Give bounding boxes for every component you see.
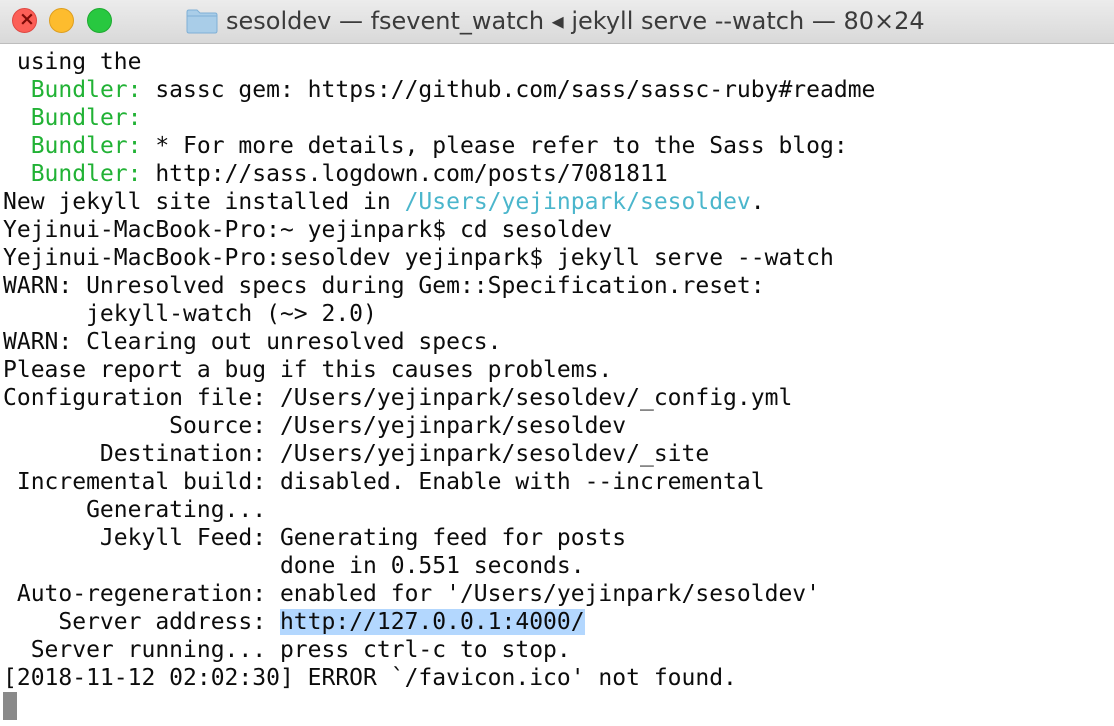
line-text: Please report a bug if this causes probl… [3, 357, 613, 383]
terminal-line: Source: /Users/yejinpark/sesoldev [3, 412, 1114, 440]
line-text: http://sass.logdown.com/posts/7081811 [141, 161, 668, 187]
terminal-line: jekyll-watch (~> 2.0) [3, 300, 1114, 328]
terminal-line: Destination: /Users/yejinpark/sesoldev/_… [3, 440, 1114, 468]
close-icon[interactable] [12, 8, 37, 33]
terminal-line: Server running... press ctrl-c to stop. [3, 636, 1114, 664]
terminal-line: Generating... [3, 496, 1114, 524]
line-text: Source: /Users/yejinpark/sesoldev [3, 413, 627, 439]
text-cursor [3, 692, 17, 720]
terminal-window: sesoldev — fsevent_watch ◂ jekyll serve … [0, 0, 1114, 726]
terminal-line: Bundler: [3, 104, 1114, 132]
line-text [3, 161, 31, 187]
line-text: Incremental build: disabled. Enable with… [3, 469, 765, 495]
line-text: * For more details, please refer to the … [141, 133, 848, 159]
terminal-line: WARN: Clearing out unresolved specs. [3, 328, 1114, 356]
terminal-line: Jekyll Feed: Generating feed for posts [3, 524, 1114, 552]
bundler-label: Bundler: [30, 133, 142, 159]
terminal-line: Yejinui-MacBook-Pro:sesoldev yejinpark$ … [3, 244, 1114, 272]
line-text: Auto-regeneration: enabled for '/Users/y… [3, 581, 820, 607]
line-text: Configuration file: /Users/yejinpark/ses… [3, 385, 793, 411]
terminal-line: Incremental build: disabled. Enable with… [3, 468, 1114, 496]
warning-text: WARN: Unresolved specs during Gem::Speci… [3, 273, 765, 299]
server-address-link[interactable]: http://127.0.0.1:4000/ [279, 609, 585, 635]
terminal-line: Yejinui-MacBook-Pro:~ yejinpark$ cd seso… [3, 216, 1114, 244]
line-text: Server address: [3, 609, 280, 635]
line-text: done in 0.551 seconds. [3, 553, 585, 579]
terminal-line: New jekyll site installed in /Users/yeji… [3, 188, 1114, 216]
site-path: /Users/yejinpark/sesoldev [404, 189, 751, 215]
line-text: sassc gem: https://github.com/sass/sassc… [141, 77, 876, 103]
terminal-output[interactable]: using the Bundler: sassc gem: https://gi… [0, 46, 1114, 726]
terminal-line: using the [3, 48, 1114, 76]
terminal-line: Please report a bug if this causes probl… [3, 356, 1114, 384]
title-bar[interactable]: sesoldev — fsevent_watch ◂ jekyll serve … [0, 0, 1114, 44]
line-text: Destination: /Users/yejinpark/sesoldev/_… [3, 441, 710, 467]
line-text: Generating... [3, 497, 267, 523]
zoom-icon[interactable] [87, 8, 112, 33]
terminal-line: Configuration file: /Users/yejinpark/ses… [3, 384, 1114, 412]
line-text: Jekyll Feed: Generating feed for posts [3, 525, 627, 551]
minimize-icon[interactable] [49, 8, 74, 33]
terminal-line: Bundler: http://sass.logdown.com/posts/7… [3, 160, 1114, 188]
line-text: using the [3, 49, 142, 75]
line-text: New jekyll site installed in [3, 189, 405, 215]
bundler-label: Bundler: [30, 77, 142, 103]
terminal-line: [2018-11-12 02:02:30] ERROR `/favicon.ic… [3, 664, 1114, 692]
terminal-line: WARN: Unresolved specs during Gem::Speci… [3, 272, 1114, 300]
terminal-line: Server address: http://127.0.0.1:4000/ [3, 608, 1114, 636]
window-title: sesoldev — fsevent_watch ◂ jekyll serve … [226, 7, 925, 35]
error-text: [2018-11-12 02:02:30] ERROR `/favicon.ic… [3, 665, 737, 691]
line-text: . [750, 189, 765, 215]
terminal-line: Bundler: sassc gem: https://github.com/s… [3, 76, 1114, 104]
folder-icon [186, 9, 218, 34]
line-text [3, 133, 31, 159]
line-text: jekyll-watch (~> 2.0) [3, 301, 377, 327]
line-text: Server running... press ctrl-c to stop. [3, 637, 571, 663]
line-text [3, 77, 31, 103]
window-title-group: sesoldev — fsevent_watch ◂ jekyll serve … [186, 6, 925, 36]
bundler-label: Bundler: [30, 161, 142, 187]
terminal-line: Bundler: * For more details, please refe… [3, 132, 1114, 160]
terminal-line [3, 692, 1114, 720]
terminal-line: Auto-regeneration: enabled for '/Users/y… [3, 580, 1114, 608]
prompt-command: Yejinui-MacBook-Pro:~ yejinpark$ cd seso… [3, 217, 613, 243]
terminal-line: done in 0.551 seconds. [3, 552, 1114, 580]
warning-text: WARN: Clearing out unresolved specs. [3, 329, 502, 355]
prompt-command: Yejinui-MacBook-Pro:sesoldev yejinpark$ … [3, 245, 834, 271]
bundler-label: Bundler: [30, 105, 142, 131]
line-text [3, 105, 31, 131]
